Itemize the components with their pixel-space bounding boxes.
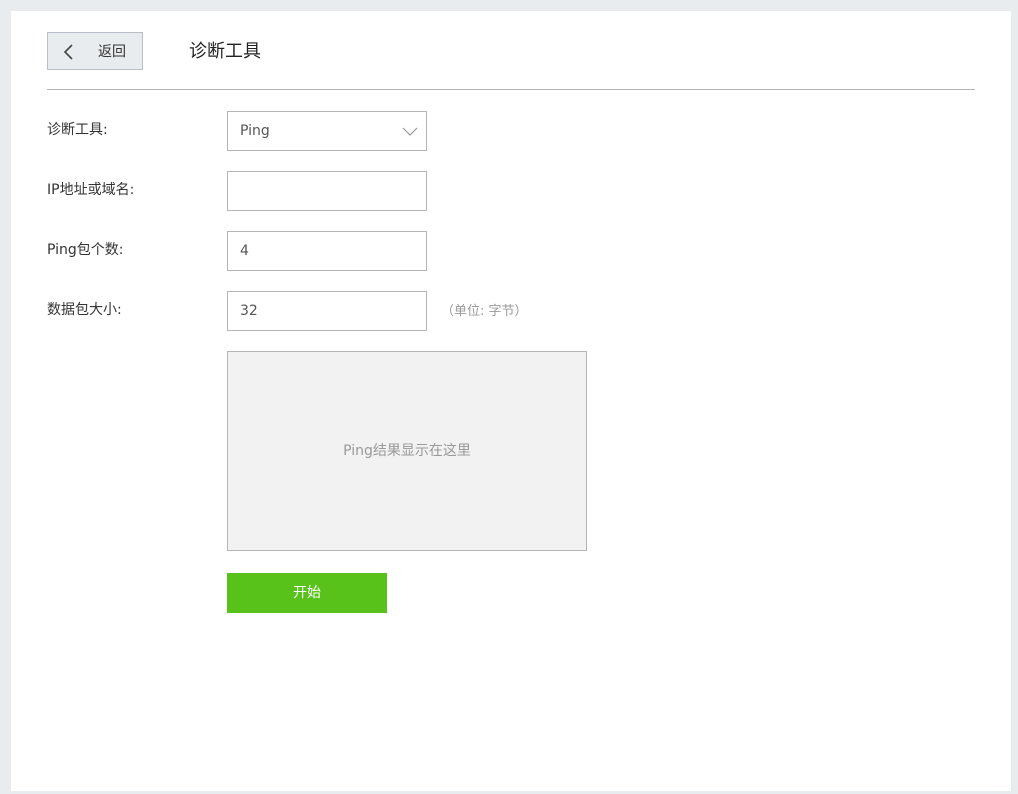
result-placeholder: Ping结果显示在这里: [343, 443, 471, 459]
chevron-down-icon: [402, 127, 418, 136]
host-field-wrap: [227, 171, 427, 211]
count-field-wrap: [227, 231, 427, 271]
back-button-label: 返回: [98, 44, 126, 60]
count-label: Ping包个数:: [47, 242, 124, 258]
host-input[interactable]: [228, 172, 426, 210]
tool-label: 诊断工具:: [47, 122, 108, 138]
size-input[interactable]: [228, 292, 426, 330]
result-panel[interactable]: Ping结果显示在这里: [227, 351, 587, 551]
size-label: 数据包大小:: [47, 302, 122, 318]
start-button[interactable]: 开始: [227, 573, 387, 613]
main-card: 返回 诊断工具 诊断工具: Ping IP地址或域名: Ping包个数: 数据包…: [11, 11, 1011, 791]
host-label: IP地址或域名:: [47, 182, 135, 198]
header-divider: [47, 89, 975, 90]
size-field-wrap: [227, 291, 427, 331]
tool-select-value: Ping: [240, 123, 270, 139]
count-input[interactable]: [228, 232, 426, 270]
size-unit-hint: （单位: 字节）: [441, 304, 528, 319]
tool-select[interactable]: Ping: [227, 111, 427, 151]
page-title: 诊断工具: [189, 41, 261, 62]
chevron-left-icon: [63, 44, 73, 60]
back-button[interactable]: 返回: [47, 32, 143, 70]
